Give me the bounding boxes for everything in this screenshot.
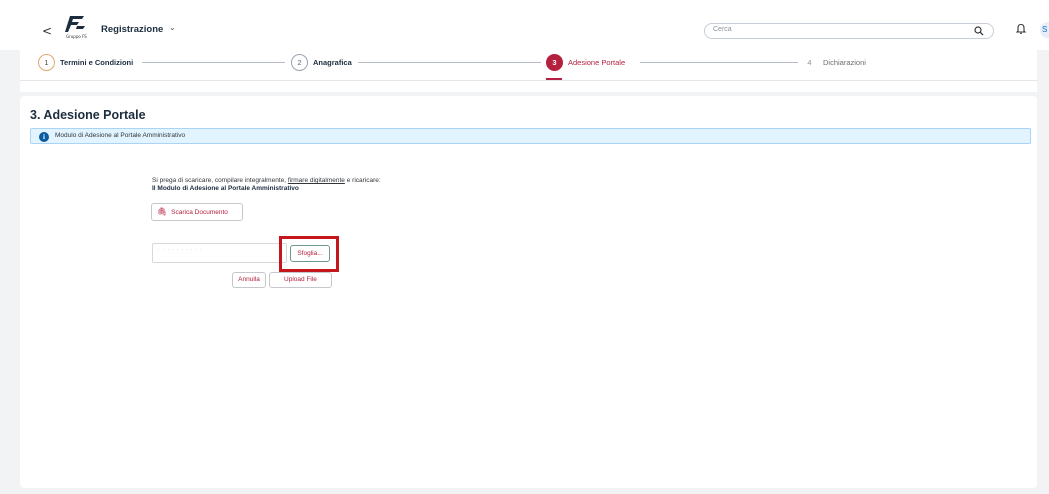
- wizard-steps: [20, 50, 1037, 80]
- step-label: Adesione Portale: [568, 58, 626, 67]
- wizard-step-terms[interactable]: 1 Termini e Condizioni: [38, 54, 133, 71]
- search-field[interactable]: Cerca: [704, 23, 994, 39]
- sign-digitally-link[interactable]: firmare digitalmente: [288, 177, 345, 184]
- cancel-button[interactable]: Annulla: [232, 272, 266, 288]
- paperclip-icon: 🖇: [157, 207, 168, 216]
- step-label: Termini e Condizioni: [60, 58, 134, 67]
- info-icon: i: [39, 131, 49, 142]
- step-number: 4: [801, 54, 818, 71]
- step-number: 3: [546, 54, 563, 71]
- app-title[interactable]: Registrazione: [101, 24, 163, 35]
- content-panel: [20, 96, 1037, 488]
- info-message-strip: i Modulo di Adesione al Portale Amminist…: [30, 128, 1031, 144]
- wizard-divider: [20, 80, 1037, 92]
- instruction-text: Si prega di scaricare, compilare integra…: [152, 177, 381, 184]
- step-label: Anagrafica: [313, 58, 352, 67]
- step-number: 2: [291, 54, 308, 71]
- logo-caption: Gruppo FS: [66, 34, 87, 39]
- instruction-document-name: Il Modulo di Adesione al Portale Amminis…: [152, 185, 299, 192]
- wizard-step-dichiarazioni[interactable]: 4 Dichiarazioni: [801, 54, 866, 71]
- shell-bar: < Gruppo FS Registrazione ⌄ Cerca S: [0, 0, 1049, 50]
- download-label: Scarica Documento: [171, 209, 228, 216]
- wizard-step-adesione-portale[interactable]: 3 Adesione Portale: [546, 54, 625, 71]
- page-title: 3. Adesione Portale: [30, 108, 146, 122]
- wizard-connector: [640, 62, 798, 63]
- chevron-down-icon[interactable]: ⌄: [169, 23, 176, 32]
- info-text: Modulo di Adesione al Portale Amministra…: [55, 132, 186, 139]
- file-input-placeholder: · · · · · · · · · ·: [158, 247, 203, 253]
- download-document-button[interactable]: 🖇 Scarica Documento: [151, 203, 243, 221]
- back-button[interactable]: <: [42, 24, 52, 38]
- step-number: 1: [38, 54, 55, 71]
- bell-icon[interactable]: [1016, 23, 1026, 34]
- active-step-indicator: [546, 78, 562, 80]
- fs-logo-icon[interactable]: [64, 14, 88, 36]
- wizard-connector: [358, 62, 541, 63]
- search-input[interactable]: Cerca: [713, 26, 732, 33]
- wizard-step-anagrafica[interactable]: 2 Anagrafica: [291, 54, 352, 71]
- instruction-prefix: Si prega di scaricare, compilare integra…: [152, 177, 288, 184]
- browse-button[interactable]: Sfoglia...: [290, 245, 330, 262]
- step-label: Dichiarazioni: [823, 58, 866, 67]
- instruction-suffix: e ricaricare:: [344, 177, 381, 184]
- file-upload-input[interactable]: · · · · · · · · · ·: [152, 243, 287, 263]
- avatar[interactable]: S: [1040, 22, 1049, 38]
- upload-file-button[interactable]: Upload File: [269, 272, 332, 288]
- search-icon[interactable]: [974, 26, 984, 36]
- wizard-connector: [142, 62, 285, 63]
